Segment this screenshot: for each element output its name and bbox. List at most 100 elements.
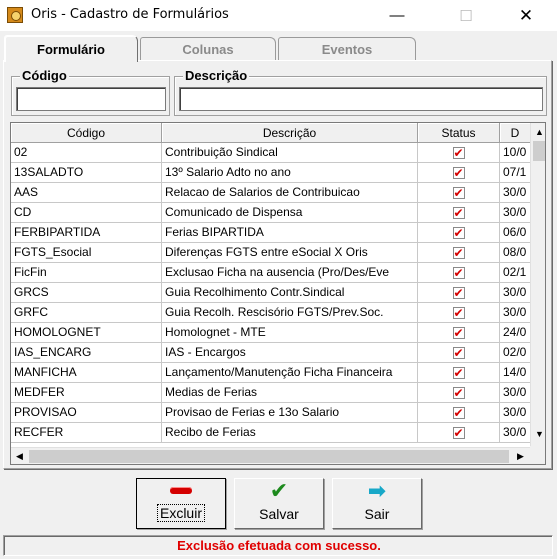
codigo-cell: AAS — [11, 183, 162, 203]
table-row[interactable]: CDComunicado de Dispensa 30/0 — [11, 203, 531, 223]
scroll-right-icon[interactable]: ▶ — [512, 448, 529, 464]
column-header-d[interactable]: D — [500, 123, 531, 143]
close-button[interactable]: ✕ — [503, 0, 549, 31]
d-cell: 30/0 — [500, 283, 531, 303]
descricao-cell: IAS - Encargos — [162, 343, 418, 363]
d-cell: 10/0 — [500, 143, 531, 163]
status-checkbox[interactable] — [452, 204, 465, 222]
descricao-cell: Contribuição Sindical — [162, 143, 418, 163]
codigo-cell: GRFC — [11, 303, 162, 323]
descricao-cell: Recibo de Ferias — [162, 423, 418, 443]
codigo-cell: FERBIPARTIDA — [11, 223, 162, 243]
table-row[interactable]: HOMOLOGNETHomolognet - MTE 24/0 — [11, 323, 531, 343]
codigo-cell: CD — [11, 203, 162, 223]
vertical-scrollbar[interactable]: ▲ ▼ — [530, 123, 545, 446]
d-cell: 30/0 — [500, 183, 531, 203]
codigo-input[interactable] — [16, 87, 166, 111]
codigo-cell: RECFER — [11, 423, 162, 443]
table-row[interactable]: 13SALADTO13º Salario Adto no ano 07/1 — [11, 163, 531, 183]
table-row[interactable]: FERBIPARTIDAFerias BIPARTIDA 06/0 — [11, 223, 531, 243]
d-cell: 30/0 — [500, 403, 531, 423]
table-row[interactable]: MEDFERMedias de Ferias 30/0 — [11, 383, 531, 403]
codigo-cell: GRCS — [11, 283, 162, 303]
horizontal-scrollbar[interactable]: ◀ ▶ — [11, 447, 530, 464]
status-cell — [418, 243, 500, 263]
salvar-label: Salvar — [259, 506, 299, 522]
status-checkbox[interactable] — [452, 184, 465, 202]
status-checkbox[interactable] — [452, 324, 465, 342]
codigo-cell: PROVISAO — [11, 403, 162, 423]
status-checkbox[interactable] — [452, 224, 465, 242]
status-checkbox[interactable] — [452, 264, 465, 282]
status-checkbox[interactable] — [452, 384, 465, 402]
status-cell — [418, 423, 500, 443]
vertical-scroll-thumb[interactable] — [533, 141, 545, 161]
status-cell — [418, 323, 500, 343]
status-checkbox[interactable] — [452, 304, 465, 322]
salvar-button[interactable]: ✔ Salvar — [234, 478, 324, 529]
d-cell: 07/1 — [500, 163, 531, 183]
tab-eventos[interactable]: Eventos — [278, 37, 416, 60]
table-row[interactable]: RECFERRecibo de Ferias 30/0 — [11, 423, 531, 443]
status-checkbox[interactable] — [452, 164, 465, 182]
d-cell: 30/0 — [500, 303, 531, 323]
sair-button[interactable]: ➡ Sair — [332, 478, 422, 529]
status-checkbox[interactable] — [452, 284, 465, 302]
table-row[interactable]: GRCSGuia Recolhimento Contr.Sindical 30/0 — [11, 283, 531, 303]
scroll-down-icon[interactable]: ▼ — [531, 425, 545, 442]
table-row[interactable]: FGTS_Esocial Diferenças FGTS entre eSocia… — [11, 243, 531, 263]
tab-formulario[interactable]: Formulário — [4, 35, 138, 62]
descricao-input[interactable] — [179, 87, 543, 111]
sair-label: Sair — [364, 506, 390, 522]
descricao-label: Descrição — [183, 68, 250, 83]
arrow-right-icon: ➡ — [367, 479, 387, 504]
codigo-cell: FGTS_Esocial — [11, 243, 162, 263]
window-title: Oris - Cadastro de Formulários — [31, 7, 229, 22]
descricao-cell: Lançamento/Manutenção Ficha Financeira — [162, 363, 418, 383]
scroll-up-icon[interactable]: ▲ — [531, 123, 545, 140]
column-header-status[interactable]: Status — [418, 123, 500, 143]
minimize-button[interactable]: — — [374, 0, 420, 31]
excluir-button[interactable]: Excluir — [136, 478, 226, 529]
table-row[interactable]: MANFICHA Lançamento/Manutenção Ficha Fina… — [11, 363, 531, 383]
table-row[interactable]: GRFC Guia Recolh. Rescisório FGTS/Prev.So… — [11, 303, 531, 323]
horizontal-scroll-thumb[interactable] — [29, 450, 509, 463]
descricao-cell: 13º Salario Adto no ano — [162, 163, 418, 183]
table-row[interactable]: PROVISAO Provisao de Ferias e 13o Salario… — [11, 403, 531, 423]
forms-grid[interactable]: Código Descrição Status D 02 Contribuição… — [10, 122, 546, 465]
scroll-left-icon[interactable]: ◀ — [11, 448, 28, 464]
check-icon: ✔ — [269, 479, 289, 504]
scroll-corner — [530, 446, 545, 464]
table-row[interactable]: IAS_ENCARGIAS - Encargos 02/0 — [11, 343, 531, 363]
table-row[interactable]: 02Contribuição Sindical 10/0 — [11, 143, 531, 163]
codigo-cell: FicFin — [11, 263, 162, 283]
status-checkbox[interactable] — [452, 424, 465, 442]
table-row[interactable]: AASRelacao de Salarios de Contribuicao 30… — [11, 183, 531, 203]
descricao-cell: Diferenças FGTS entre eSocial X Oris — [162, 243, 418, 263]
status-cell — [418, 283, 500, 303]
status-checkbox[interactable] — [452, 344, 465, 362]
status-checkbox[interactable] — [452, 244, 465, 262]
tab-colunas[interactable]: Colunas — [140, 37, 276, 60]
column-header-codigo[interactable]: Código — [11, 123, 162, 143]
status-checkbox[interactable] — [452, 144, 465, 162]
status-cell — [418, 403, 500, 423]
d-cell: 24/0 — [500, 323, 531, 343]
status-cell — [418, 143, 500, 163]
status-cell — [418, 203, 500, 223]
table-row[interactable]: FicFin Exclusao Ficha na ausencia (Pro/De… — [11, 263, 531, 283]
status-checkbox[interactable] — [452, 404, 465, 422]
status-checkbox[interactable] — [452, 364, 465, 382]
column-header-descricao[interactable]: Descrição — [162, 123, 418, 143]
d-cell: 14/0 — [500, 363, 531, 383]
app-icon — [7, 7, 23, 23]
maximize-button[interactable]: ☐ — [443, 0, 489, 31]
codigo-label: Código — [20, 68, 69, 83]
status-cell — [418, 223, 500, 243]
codigo-cell: 02 — [11, 143, 162, 163]
status-cell — [418, 163, 500, 183]
status-cell — [418, 303, 500, 323]
status-message: Exclusão efetuada com sucesso. — [177, 538, 381, 553]
codigo-cell: MEDFER — [11, 383, 162, 403]
d-cell: 30/0 — [500, 423, 531, 443]
